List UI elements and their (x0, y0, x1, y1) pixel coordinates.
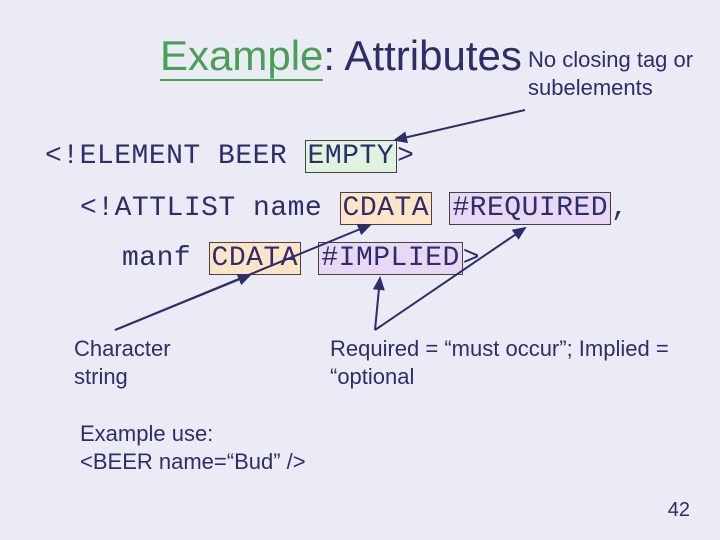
code3-pre: manf (122, 243, 209, 274)
page-number: 42 (668, 499, 690, 522)
keyword-empty: EMPTY (305, 140, 398, 173)
keyword-cdata-1: CDATA (340, 192, 433, 225)
annotation-required-implied: Required = “must occur”; Implied = “opti… (330, 335, 670, 390)
code1-pre: <!ELEMENT BEER (45, 141, 305, 172)
example-use-label: Example use: (80, 420, 306, 448)
code2-pre: <!ATTLIST name (80, 193, 340, 224)
slide-title: Example: Attributes (160, 32, 522, 80)
keyword-cdata-2: CDATA (209, 242, 302, 275)
annotation-character-string: Character string (74, 335, 214, 390)
example-use-block: Example use: <BEER name=“Bud” /> (80, 420, 306, 475)
code-line-3: manf CDATA #IMPLIED> (122, 242, 480, 275)
code-line-1: <!ELEMENT BEER EMPTY> (45, 140, 414, 173)
title-rest: : Attributes (323, 32, 521, 79)
keyword-required: #REQUIRED (449, 192, 611, 225)
annotation-no-closing: No closing tag or subelements (528, 46, 698, 101)
code3-mid (301, 243, 318, 274)
keyword-implied: #IMPLIED (318, 242, 462, 275)
example-use-text: <BEER name=“Bud” /> (80, 448, 306, 476)
code3-post: > (463, 243, 480, 274)
code-line-2: <!ATTLIST name CDATA #REQUIRED, (80, 192, 628, 225)
title-accent: Example (160, 32, 323, 81)
code2-post: , (611, 193, 628, 224)
code1-post: > (397, 141, 414, 172)
code2-mid (432, 193, 449, 224)
